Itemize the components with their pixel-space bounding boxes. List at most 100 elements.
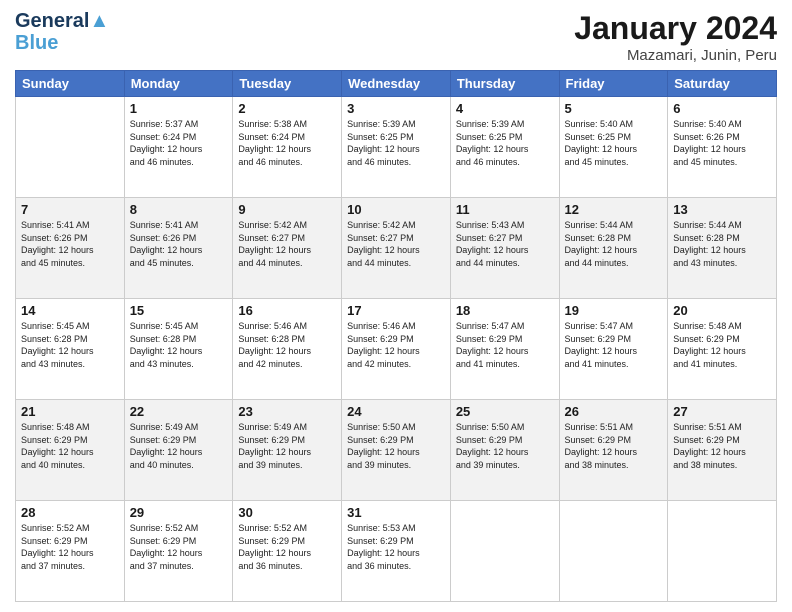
day-number: 13 xyxy=(673,202,771,217)
col-monday: Monday xyxy=(124,71,233,97)
day-info: Sunrise: 5:40 AM Sunset: 6:25 PM Dayligh… xyxy=(565,118,663,168)
table-row: 31 Sunrise: 5:53 AM Sunset: 6:29 PM Dayli… xyxy=(342,501,451,602)
table-row xyxy=(450,501,559,602)
header: General▲ Blue January 2024 Mazamari, Jun… xyxy=(15,10,777,64)
day-info: Sunrise: 5:47 AM Sunset: 6:29 PM Dayligh… xyxy=(456,320,554,370)
day-info: Sunrise: 5:50 AM Sunset: 6:29 PM Dayligh… xyxy=(456,421,554,471)
calendar-table: Sunday Monday Tuesday Wednesday Thursday… xyxy=(15,70,777,602)
day-info: Sunrise: 5:37 AM Sunset: 6:24 PM Dayligh… xyxy=(130,118,228,168)
day-number: 22 xyxy=(130,404,228,419)
table-row xyxy=(668,501,777,602)
table-row: 9Sunrise: 5:42 AM Sunset: 6:27 PM Daylig… xyxy=(233,198,342,299)
day-number: 24 xyxy=(347,404,445,419)
table-row: 3 Sunrise: 5:39 AM Sunset: 6:25 PM Daylig… xyxy=(342,97,451,198)
col-sunday: Sunday xyxy=(16,71,125,97)
day-number: 31 xyxy=(347,505,445,520)
table-row: 16 Sunrise: 5:46 AM Sunset: 6:28 PM Dayli… xyxy=(233,299,342,400)
logo-general: General xyxy=(15,10,89,32)
day-number: 15 xyxy=(130,303,228,318)
table-row: 25 Sunrise: 5:50 AM Sunset: 6:29 PM Dayli… xyxy=(450,400,559,501)
table-row: 13 Sunrise: 5:44 AM Sunset: 6:28 PM Dayli… xyxy=(668,198,777,299)
col-thursday: Thursday xyxy=(450,71,559,97)
table-row: 24 Sunrise: 5:50 AM Sunset: 6:29 PM Dayli… xyxy=(342,400,451,501)
day-number: 3 xyxy=(347,101,445,116)
day-number: 16 xyxy=(238,303,336,318)
day-number: 25 xyxy=(456,404,554,419)
day-number: 6 xyxy=(673,101,771,116)
day-info: Sunrise: 5:45 AM Sunset: 6:28 PM Dayligh… xyxy=(130,320,228,370)
day-info: Sunrise: 5:46 AM Sunset: 6:28 PM Dayligh… xyxy=(238,320,336,370)
day-number: 5 xyxy=(565,101,663,116)
day-info: Sunrise: 5:52 AM Sunset: 6:29 PM Dayligh… xyxy=(238,522,336,572)
day-number: 30 xyxy=(238,505,336,520)
calendar-row: 7 Sunrise: 5:41 AM Sunset: 6:26 PM Daylig… xyxy=(16,198,777,299)
table-row: 7 Sunrise: 5:41 AM Sunset: 6:26 PM Daylig… xyxy=(16,198,125,299)
table-row: 19Sunrise: 5:47 AM Sunset: 6:29 PM Dayli… xyxy=(559,299,668,400)
day-info: Sunrise: 5:48 AM Sunset: 6:29 PM Dayligh… xyxy=(673,320,771,370)
table-row: 14 Sunrise: 5:45 AM Sunset: 6:28 PM Dayli… xyxy=(16,299,125,400)
day-info: Sunrise: 5:41 AM Sunset: 6:26 PM Dayligh… xyxy=(21,219,119,269)
calendar-row: 14 Sunrise: 5:45 AM Sunset: 6:28 PM Dayli… xyxy=(16,299,777,400)
logo-text: General▲ xyxy=(15,10,109,32)
table-row: 17Sunrise: 5:46 AM Sunset: 6:29 PM Dayli… xyxy=(342,299,451,400)
day-info: Sunrise: 5:46 AM Sunset: 6:29 PM Dayligh… xyxy=(347,320,445,370)
table-row: 4Sunrise: 5:39 AM Sunset: 6:25 PM Daylig… xyxy=(450,97,559,198)
day-number: 21 xyxy=(21,404,119,419)
day-info: Sunrise: 5:51 AM Sunset: 6:29 PM Dayligh… xyxy=(673,421,771,471)
page-title: January 2024 xyxy=(574,10,777,47)
day-number: 8 xyxy=(130,202,228,217)
col-saturday: Saturday xyxy=(668,71,777,97)
table-row: 2 Sunrise: 5:38 AM Sunset: 6:24 PM Daylig… xyxy=(233,97,342,198)
page-subtitle: Mazamari, Junin, Peru xyxy=(574,47,777,64)
table-row: 18 Sunrise: 5:47 AM Sunset: 6:29 PM Dayli… xyxy=(450,299,559,400)
day-number: 9 xyxy=(238,202,336,217)
day-number: 2 xyxy=(238,101,336,116)
calendar-row: 28Sunrise: 5:52 AM Sunset: 6:29 PM Dayli… xyxy=(16,501,777,602)
day-info: Sunrise: 5:53 AM Sunset: 6:29 PM Dayligh… xyxy=(347,522,445,572)
day-info: Sunrise: 5:48 AM Sunset: 6:29 PM Dayligh… xyxy=(21,421,119,471)
day-number: 14 xyxy=(21,303,119,318)
table-row: 23 Sunrise: 5:49 AM Sunset: 6:29 PM Dayli… xyxy=(233,400,342,501)
logo-bird-shape: ▲ xyxy=(89,10,109,32)
day-number: 19 xyxy=(565,303,663,318)
table-row: 15 Sunrise: 5:45 AM Sunset: 6:28 PM Dayli… xyxy=(124,299,233,400)
day-info: Sunrise: 5:50 AM Sunset: 6:29 PM Dayligh… xyxy=(347,421,445,471)
day-info: Sunrise: 5:49 AM Sunset: 6:29 PM Dayligh… xyxy=(238,421,336,471)
day-number: 23 xyxy=(238,404,336,419)
table-row: 6 Sunrise: 5:40 AM Sunset: 6:26 PM Daylig… xyxy=(668,97,777,198)
calendar-row: 21 Sunrise: 5:48 AM Sunset: 6:29 PM Dayli… xyxy=(16,400,777,501)
table-row: 12 Sunrise: 5:44 AM Sunset: 6:28 PM Dayli… xyxy=(559,198,668,299)
day-number: 12 xyxy=(565,202,663,217)
table-row: 27Sunrise: 5:51 AM Sunset: 6:29 PM Dayli… xyxy=(668,400,777,501)
table-row: 8Sunrise: 5:41 AM Sunset: 6:26 PM Daylig… xyxy=(124,198,233,299)
day-number: 18 xyxy=(456,303,554,318)
table-row: 11 Sunrise: 5:43 AM Sunset: 6:27 PM Dayli… xyxy=(450,198,559,299)
table-row: 5 Sunrise: 5:40 AM Sunset: 6:25 PM Daylig… xyxy=(559,97,668,198)
day-info: Sunrise: 5:40 AM Sunset: 6:26 PM Dayligh… xyxy=(673,118,771,168)
table-row: 20 Sunrise: 5:48 AM Sunset: 6:29 PM Dayli… xyxy=(668,299,777,400)
day-info: Sunrise: 5:44 AM Sunset: 6:28 PM Dayligh… xyxy=(673,219,771,269)
day-number: 11 xyxy=(456,202,554,217)
day-info: Sunrise: 5:52 AM Sunset: 6:29 PM Dayligh… xyxy=(130,522,228,572)
day-info: Sunrise: 5:43 AM Sunset: 6:27 PM Dayligh… xyxy=(456,219,554,269)
table-row xyxy=(559,501,668,602)
day-info: Sunrise: 5:49 AM Sunset: 6:29 PM Dayligh… xyxy=(130,421,228,471)
day-info: Sunrise: 5:39 AM Sunset: 6:25 PM Dayligh… xyxy=(456,118,554,168)
table-row: 30 Sunrise: 5:52 AM Sunset: 6:29 PM Dayli… xyxy=(233,501,342,602)
table-row: 28Sunrise: 5:52 AM Sunset: 6:29 PM Dayli… xyxy=(16,501,125,602)
logo: General▲ Blue xyxy=(15,10,109,54)
title-block: January 2024 Mazamari, Junin, Peru xyxy=(574,10,777,64)
day-number: 29 xyxy=(130,505,228,520)
day-info: Sunrise: 5:45 AM Sunset: 6:28 PM Dayligh… xyxy=(21,320,119,370)
day-info: Sunrise: 5:51 AM Sunset: 6:29 PM Dayligh… xyxy=(565,421,663,471)
day-info: Sunrise: 5:44 AM Sunset: 6:28 PM Dayligh… xyxy=(565,219,663,269)
day-info: Sunrise: 5:39 AM Sunset: 6:25 PM Dayligh… xyxy=(347,118,445,168)
day-number: 20 xyxy=(673,303,771,318)
col-tuesday: Tuesday xyxy=(233,71,342,97)
day-number: 7 xyxy=(21,202,119,217)
col-friday: Friday xyxy=(559,71,668,97)
col-wednesday: Wednesday xyxy=(342,71,451,97)
day-info: Sunrise: 5:42 AM Sunset: 6:27 PM Dayligh… xyxy=(347,219,445,269)
day-info: Sunrise: 5:38 AM Sunset: 6:24 PM Dayligh… xyxy=(238,118,336,168)
table-row: 26Sunrise: 5:51 AM Sunset: 6:29 PM Dayli… xyxy=(559,400,668,501)
